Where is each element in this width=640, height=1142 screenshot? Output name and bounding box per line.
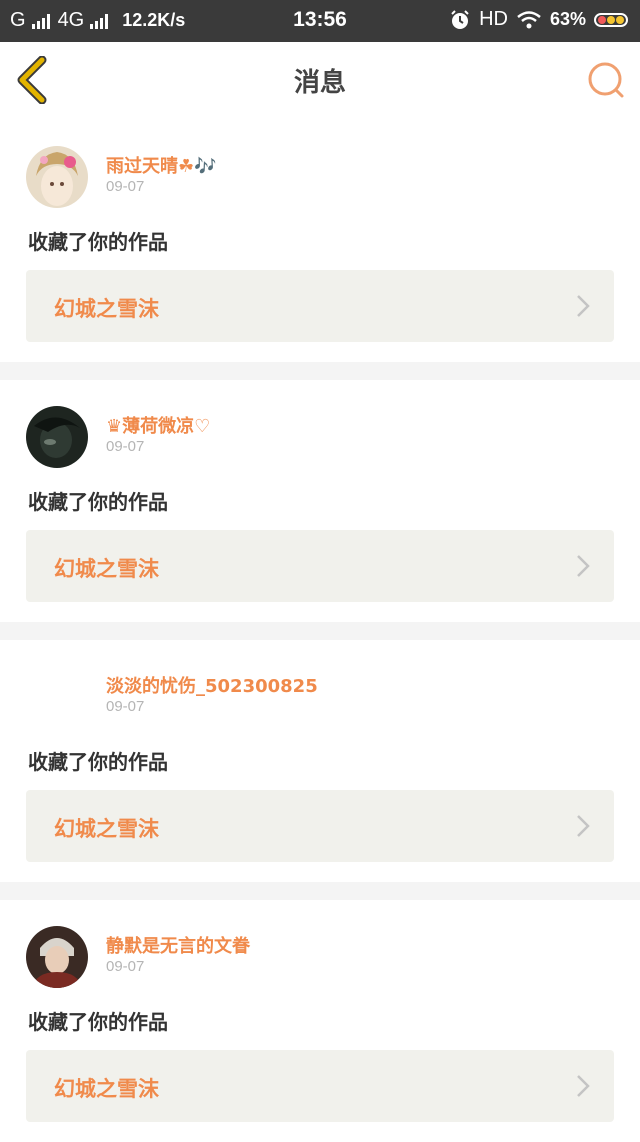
app-header: 消息 [0, 42, 640, 121]
avatar[interactable] [26, 146, 88, 208]
message-date: 09-07 [106, 438, 145, 455]
work-link[interactable]: 幻城之雪沫 [26, 530, 614, 602]
search-icon[interactable] [586, 60, 626, 100]
status-right: HD 63% [449, 8, 628, 31]
chevron-right-icon [577, 1075, 590, 1097]
chevron-right-icon [577, 815, 590, 837]
message-date: 09-07 [106, 698, 145, 715]
battery-icon [594, 12, 628, 27]
battery-percent: 63% [549, 9, 586, 29]
avatar[interactable] [26, 926, 88, 988]
work-title: 幻城之雪沫 [54, 297, 159, 321]
message-card: 静默是无言的文眷 09-07 收藏了你的作品 幻城之雪沫 [0, 900, 640, 1142]
username[interactable]: 淡淡的忧伤_502300825 [106, 672, 318, 698]
message-card: ♛薄荷微凉♡ 09-07 收藏了你的作品 幻城之雪沫 [0, 380, 640, 622]
action-text: 收藏了你的作品 [28, 230, 168, 254]
username[interactable]: 雨过天晴☘🎶 [106, 152, 217, 178]
work-title: 幻城之雪沫 [54, 557, 159, 581]
message-card: 淡淡的忧伤_502300825 09-07 收藏了你的作品 幻城之雪沫 [0, 640, 640, 882]
alarm-icon [451, 9, 469, 29]
work-title: 幻城之雪沫 [54, 817, 159, 841]
message-date: 09-07 [106, 958, 145, 975]
work-link[interactable]: 幻城之雪沫 [26, 1050, 614, 1122]
username[interactable]: 静默是无言的文眷 [106, 932, 250, 958]
action-text: 收藏了你的作品 [28, 490, 168, 514]
wifi-icon [517, 10, 541, 28]
work-link[interactable]: 幻城之雪沫 [26, 790, 614, 862]
chevron-right-icon [577, 295, 590, 317]
work-title: 幻城之雪沫 [54, 1077, 159, 1101]
work-link[interactable]: 幻城之雪沫 [26, 270, 614, 342]
page-title: 消息 [293, 68, 346, 98]
message-card: 雨过天晴☘🎶 09-07 收藏了你的作品 幻城之雪沫 [0, 120, 640, 362]
avatar[interactable] [26, 406, 88, 468]
hd-label: HD [479, 8, 508, 30]
chevron-right-icon [577, 555, 590, 577]
avatar[interactable] [26, 666, 88, 728]
status-bar: G 4G 12.2K/s 13:56 HD 63% [0, 0, 640, 42]
action-text: 收藏了你的作品 [28, 1010, 168, 1034]
message-date: 09-07 [106, 178, 145, 195]
action-text: 收藏了你的作品 [28, 750, 168, 774]
username[interactable]: ♛薄荷微凉♡ [106, 412, 210, 438]
